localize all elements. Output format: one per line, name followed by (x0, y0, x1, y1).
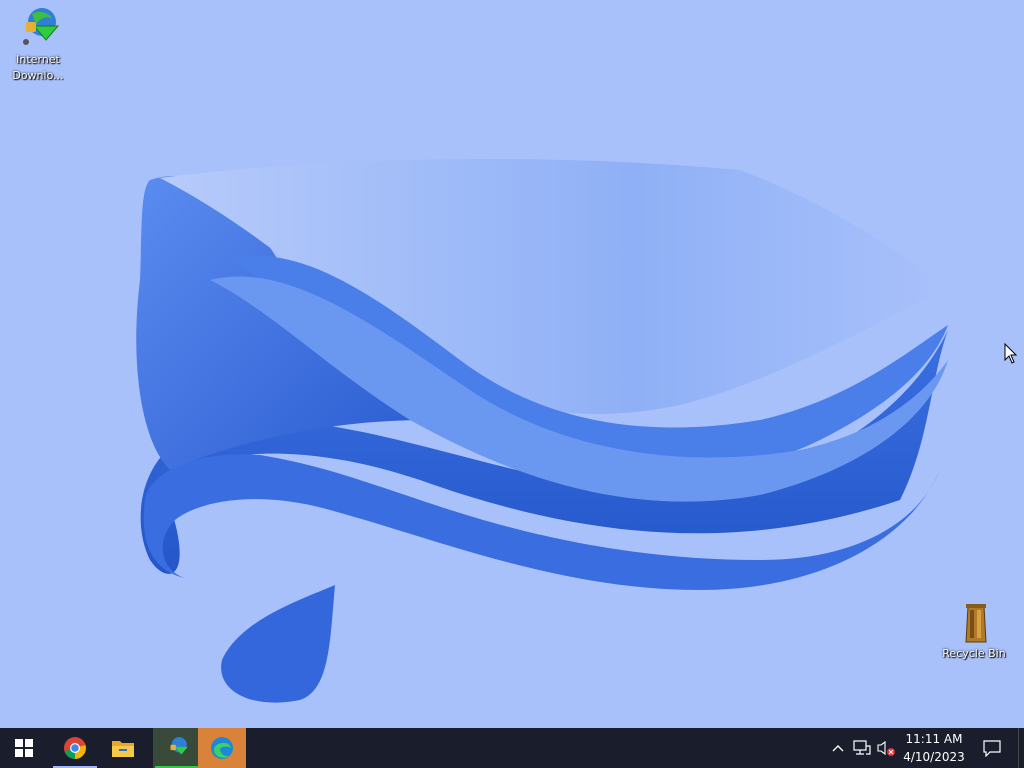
taskbar-clock[interactable]: 11:11 AM 4/10/2023 (894, 730, 974, 766)
chevron-up-icon (832, 745, 844, 752)
edge-icon (211, 737, 233, 759)
taskbar: 11:11 AM 4/10/2023 (0, 728, 1024, 768)
mouse-pointer-icon (1004, 343, 1018, 364)
tray-network[interactable] (851, 728, 873, 768)
action-center-button[interactable] (978, 728, 1006, 768)
recycle-bin-icon (950, 598, 998, 646)
windows-logo-icon (15, 739, 33, 757)
desktop-icon-idm[interactable]: Internet Downlo... (1, 4, 75, 84)
taskbar-edge[interactable] (198, 728, 246, 768)
chrome-icon (64, 737, 86, 759)
show-desktop-button[interactable] (1018, 728, 1024, 768)
volume-muted-icon (877, 740, 895, 756)
desktop[interactable]: Internet Downlo... Recycle Bin (0, 0, 1024, 728)
taskbar-chrome[interactable] (51, 728, 99, 768)
action-center-icon (983, 740, 1001, 757)
idm-icon (170, 737, 188, 755)
network-icon (853, 740, 871, 755)
folder-icon (112, 741, 134, 757)
internet-download-manager-icon (14, 4, 62, 52)
desktop-icon-label: Internet Downlo... (12, 53, 64, 82)
taskbar-idm[interactable] (153, 728, 201, 768)
wallpaper-ribbon (136, 158, 948, 703)
clock-date: 4/10/2023 (903, 750, 965, 764)
clock-time: 11:11 AM (905, 732, 963, 746)
desktop-icon-recycle-bin[interactable]: Recycle Bin (937, 598, 1011, 662)
taskbar-file-explorer[interactable] (99, 728, 147, 768)
desktop-icon-label: Recycle Bin (942, 647, 1006, 660)
tray-overflow-button[interactable] (828, 728, 848, 768)
start-button[interactable] (0, 728, 48, 768)
